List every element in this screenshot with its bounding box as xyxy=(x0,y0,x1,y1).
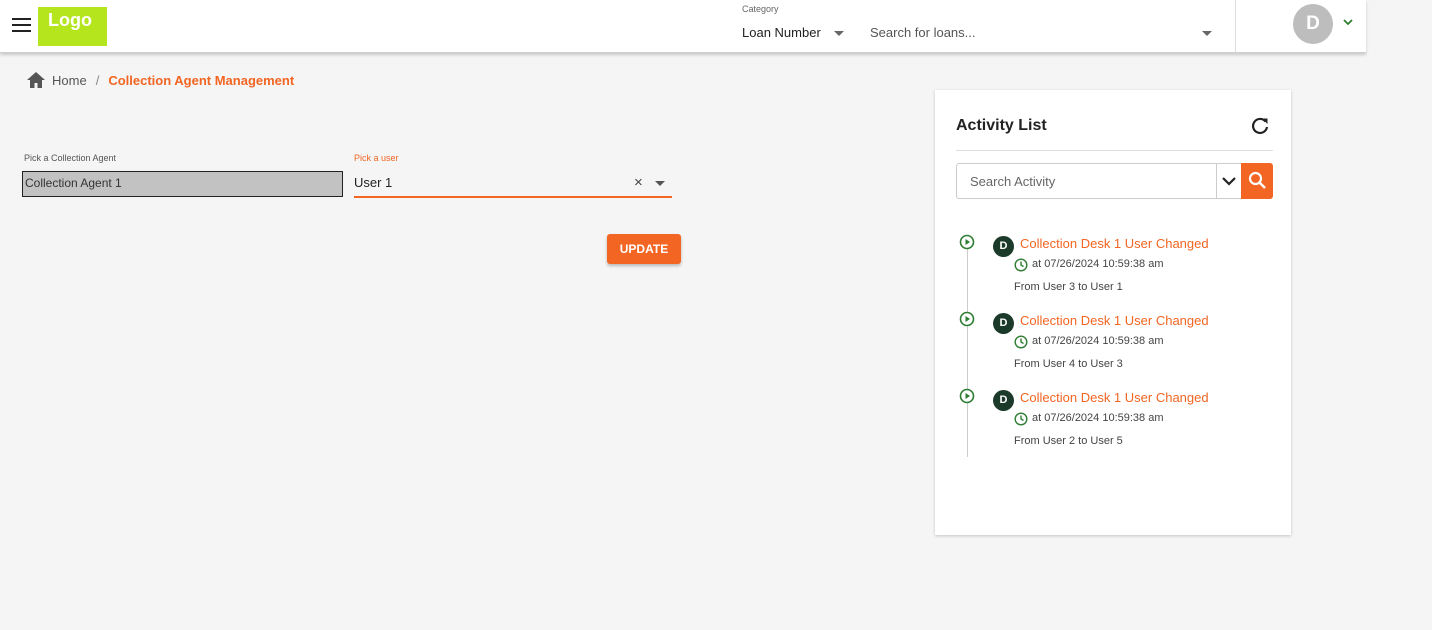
activity-description: From User 2 to User 5 xyxy=(1014,435,1123,447)
user-field-label: Pick a user xyxy=(354,153,399,163)
activity-avatar: D xyxy=(993,236,1014,257)
activity-description: From User 4 to User 3 xyxy=(1014,358,1123,370)
user-select-value: User 1 xyxy=(354,175,393,190)
menu-icon[interactable] xyxy=(12,18,32,34)
activity-panel: Activity List Search Activity D Collecti… xyxy=(935,90,1291,535)
activity-avatar: D xyxy=(993,313,1014,334)
breadcrumb-separator: / xyxy=(95,72,100,88)
logo[interactable]: Logo xyxy=(38,7,107,46)
user-select[interactable]: User 1 × xyxy=(354,170,672,198)
activity-item: D Collection Desk 1 User Changed at 07/2… xyxy=(935,234,1291,304)
close-icon[interactable]: × xyxy=(634,174,643,191)
breadcrumb-home[interactable]: Home xyxy=(52,73,87,88)
activity-search-button[interactable] xyxy=(1241,163,1273,199)
clock-icon xyxy=(1014,412,1028,426)
user-dropdown-icon[interactable] xyxy=(655,181,665,186)
category-dropdown-icon[interactable] xyxy=(834,31,844,36)
update-button[interactable]: UPDATE xyxy=(607,234,681,264)
clock-icon xyxy=(1014,258,1028,272)
category-select[interactable]: Loan Number xyxy=(742,25,821,40)
play-circle-icon xyxy=(959,388,975,404)
agent-field-label: Pick a Collection Agent xyxy=(24,153,117,163)
play-circle-icon xyxy=(959,234,975,250)
activity-item: D Collection Desk 1 User Changed at 07/2… xyxy=(935,311,1291,381)
loan-search-input[interactable]: Search for loans... xyxy=(870,25,1200,40)
avatar[interactable]: D xyxy=(1293,4,1333,44)
refresh-icon[interactable] xyxy=(1250,116,1270,136)
chevron-down-icon xyxy=(1222,177,1236,186)
loan-search-dropdown-icon[interactable] xyxy=(1202,31,1212,36)
activity-time: at 07/26/2024 10:59:38 am xyxy=(1032,258,1164,270)
top-header: Logo Category Loan Number Search for loa… xyxy=(0,0,1366,53)
activity-title: Activity List xyxy=(956,117,1047,134)
activity-avatar: D xyxy=(993,390,1014,411)
collection-agent-field[interactable]: Collection Agent 1 xyxy=(22,171,343,197)
activity-search-input[interactable]: Search Activity xyxy=(956,163,1217,199)
activity-time: at 07/26/2024 10:59:38 am xyxy=(1032,412,1164,424)
user-menu[interactable]: D xyxy=(1235,0,1366,53)
breadcrumb: Home / Collection Agent Management xyxy=(26,70,294,90)
activity-title-link[interactable]: Collection Desk 1 User Changed xyxy=(1020,390,1209,405)
home-icon[interactable] xyxy=(26,71,46,89)
search-icon xyxy=(1248,171,1266,189)
clock-icon xyxy=(1014,335,1028,349)
breadcrumb-current: Collection Agent Management xyxy=(108,72,295,88)
play-circle-icon xyxy=(959,311,975,327)
category-label: Category xyxy=(742,4,779,14)
activity-title-link[interactable]: Collection Desk 1 User Changed xyxy=(1020,236,1209,251)
activity-title-link[interactable]: Collection Desk 1 User Changed xyxy=(1020,313,1209,328)
chevron-down-icon[interactable] xyxy=(1342,16,1354,28)
activity-description: From User 3 to User 1 xyxy=(1014,281,1123,293)
activity-item: D Collection Desk 1 User Changed at 07/2… xyxy=(935,388,1291,458)
activity-filter-dropdown[interactable] xyxy=(1216,163,1242,199)
activity-time: at 07/26/2024 10:59:38 am xyxy=(1032,335,1164,347)
divider xyxy=(956,150,1273,151)
